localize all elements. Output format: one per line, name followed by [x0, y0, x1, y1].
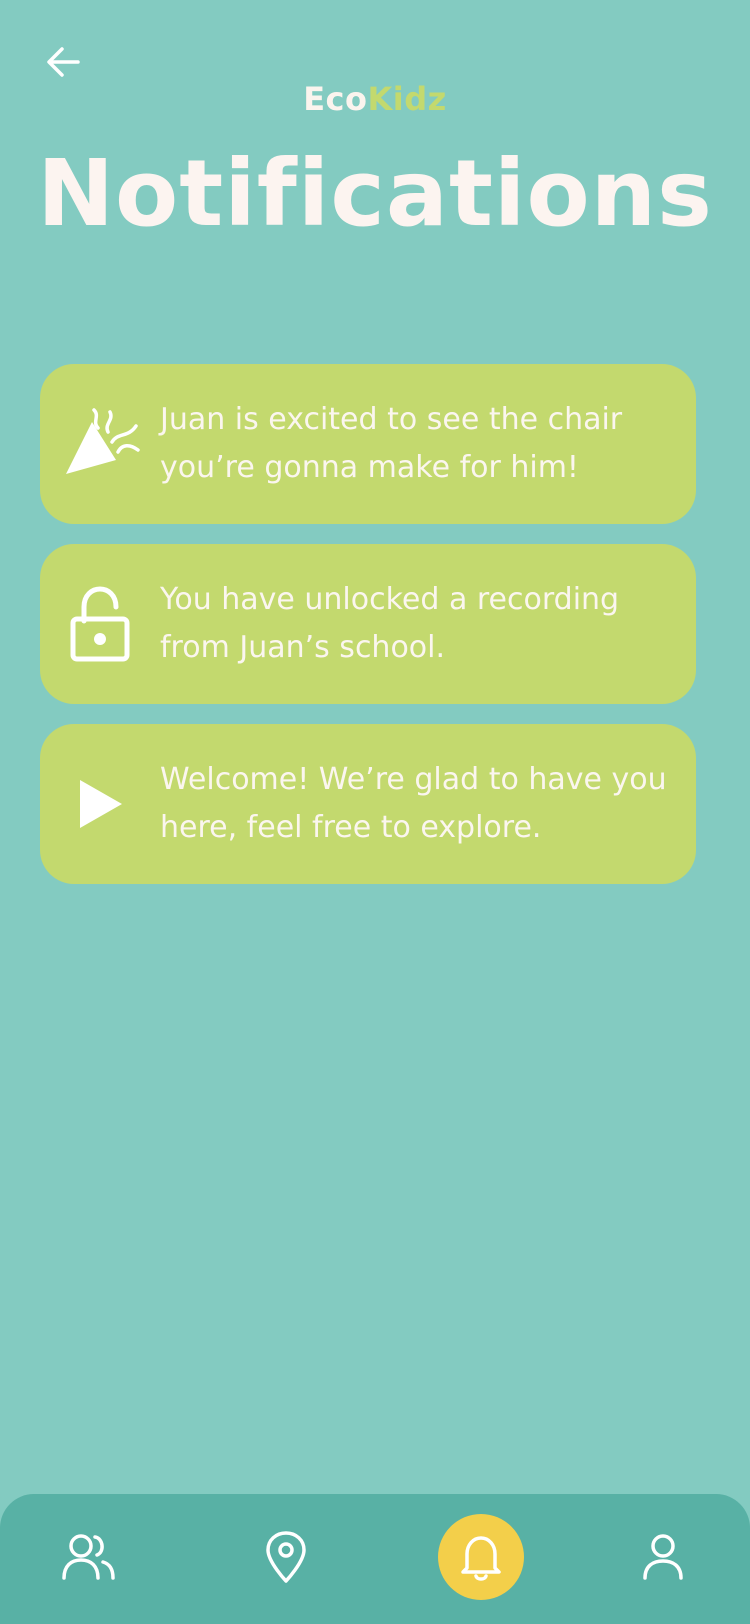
notification-card[interactable]: You have unlocked a recording from Juan’…	[40, 544, 696, 704]
notification-text: Juan is excited to see the chair you’re …	[160, 402, 623, 485]
notification-text: You have unlocked a recording from Juan’…	[160, 582, 620, 665]
users-icon	[62, 1534, 115, 1580]
bell-icon	[461, 1536, 501, 1581]
nav-friends[interactable]	[46, 1514, 132, 1600]
arrow-left-icon	[47, 47, 80, 77]
user-icon	[643, 1534, 683, 1580]
notification-card[interactable]: Welcome! We’re glad to have you here, fe…	[40, 724, 696, 884]
map-pin-icon	[266, 1531, 306, 1583]
party-popper-icon	[40, 364, 160, 524]
back-button[interactable]	[40, 38, 88, 86]
nav-notifications[interactable]	[438, 1514, 524, 1600]
notifications-screen: EcoKidz Notifications Juan is excited to…	[0, 0, 750, 1624]
unlock-icon	[40, 544, 160, 704]
notification-list: Juan is excited to see the chair you’re …	[40, 364, 696, 904]
brand-kidz: Kidz	[367, 80, 447, 118]
notification-card[interactable]: Juan is excited to see the chair you’re …	[40, 364, 696, 524]
bottom-nav	[0, 1494, 750, 1624]
brand-logo: EcoKidz	[0, 80, 750, 118]
brand-eco: Eco	[303, 80, 368, 118]
play-icon	[40, 724, 160, 884]
nav-map[interactable]	[243, 1514, 329, 1600]
nav-profile[interactable]	[620, 1514, 706, 1600]
notification-text: Welcome! We’re glad to have you here, fe…	[160, 762, 667, 845]
page-title: Notifications	[37, 140, 713, 247]
